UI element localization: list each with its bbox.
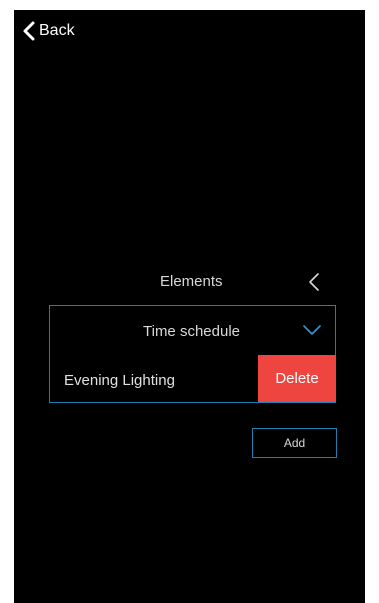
item-label: Evening Lighting (64, 372, 175, 389)
elements-header: Elements (14, 270, 365, 294)
time-schedule-panel: Time schedule Evening Lighting Delete (49, 305, 336, 403)
list-item[interactable]: Evening Lighting Delete (50, 355, 336, 402)
time-schedule-label: Time schedule (143, 323, 240, 340)
time-schedule-dropdown[interactable]: Time schedule (50, 306, 335, 354)
chevron-left-icon (304, 271, 324, 293)
chevron-down-icon (302, 324, 322, 336)
delete-button[interactable]: Delete (258, 355, 336, 402)
add-button[interactable]: Add (252, 428, 337, 458)
chevron-left-icon (23, 21, 35, 41)
elements-title: Elements (160, 273, 223, 290)
app-screen: Back Elements Time schedule Evening Ligh… (14, 10, 365, 603)
back-button[interactable]: Back (23, 20, 75, 42)
back-label: Back (39, 22, 75, 39)
collapse-toggle-button[interactable] (304, 271, 324, 293)
